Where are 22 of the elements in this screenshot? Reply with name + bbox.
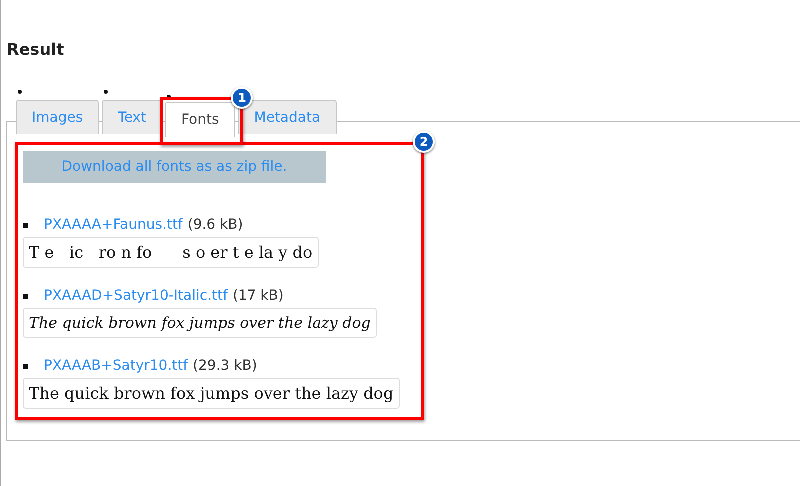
- bullet-icon: [23, 222, 28, 228]
- bullet-icon: [18, 90, 22, 94]
- font-preview: The quick brown fox jumps over the lazy dog: [23, 378, 400, 409]
- font-preview: T e ic ro n fo s o er t e la y do: [23, 237, 319, 268]
- font-preview: The quick brown fox jumps over the lazy dog: [23, 308, 377, 338]
- bullet-icon: [23, 364, 28, 368]
- file-size: (17 kB): [232, 288, 284, 304]
- result-heading: Result: [6, 39, 66, 61]
- bullet-icon: [167, 95, 172, 99]
- file-size: (9.6 kB): [188, 217, 244, 233]
- callout-badge: 2: [413, 131, 435, 153]
- callout-badge: 1: [231, 87, 254, 109]
- font-link[interactable]: PXAAAB+Satyr10.ttf: [44, 358, 188, 374]
- bullet-icon: [23, 294, 28, 298]
- file-size: (29.3 kB): [193, 358, 258, 374]
- tab[interactable]: Fonts: [165, 102, 236, 137]
- tab[interactable]: Text: [102, 100, 162, 134]
- tab[interactable]: Images: [16, 100, 100, 134]
- bullet-icon: [104, 90, 108, 94]
- download-button[interactable]: Download all fonts as as zip file.: [23, 151, 326, 183]
- font-link[interactable]: PXAAAA+Faunus.ttf: [44, 217, 183, 233]
- font-link[interactable]: PXAAAD+Satyr10-Italic.ttf: [44, 288, 228, 304]
